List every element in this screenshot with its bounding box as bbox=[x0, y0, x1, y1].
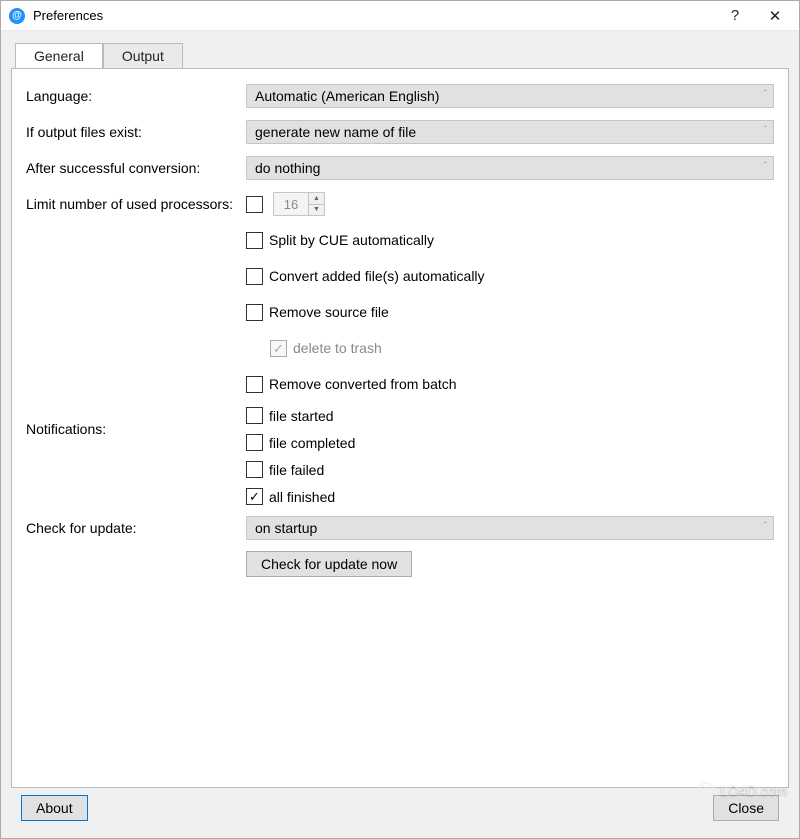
all-finished-checkbox[interactable] bbox=[246, 488, 263, 505]
language-dropdown[interactable]: Automatic (American English) bbox=[246, 84, 774, 108]
delete-trash-label: delete to trash bbox=[293, 340, 382, 356]
remove-converted-label: Remove converted from batch bbox=[269, 376, 457, 392]
split-cue-label: Split by CUE automatically bbox=[269, 232, 434, 248]
help-button[interactable]: ? bbox=[715, 2, 755, 30]
convert-auto-label: Convert added file(s) automatically bbox=[269, 268, 485, 284]
titlebar: @ Preferences ? ✕ bbox=[1, 1, 799, 31]
check-update-value: on startup bbox=[255, 520, 317, 536]
delete-trash-checkbox bbox=[270, 340, 287, 357]
file-completed-checkbox[interactable] bbox=[246, 434, 263, 451]
after-conv-label: After successful conversion: bbox=[26, 160, 246, 176]
close-window-button[interactable]: ✕ bbox=[755, 2, 795, 30]
convert-auto-checkbox[interactable] bbox=[246, 268, 263, 285]
all-finished-label: all finished bbox=[269, 489, 335, 505]
proc-count-spinner: ▲ ▼ bbox=[273, 192, 325, 216]
content-area: General Output Language: Automatic (Amer… bbox=[1, 31, 799, 838]
after-conv-value: do nothing bbox=[255, 160, 320, 176]
remove-source-label: Remove source file bbox=[269, 304, 389, 320]
language-label: Language: bbox=[26, 88, 246, 104]
limit-proc-checkbox[interactable] bbox=[246, 196, 263, 213]
limit-proc-label: Limit number of used processors: bbox=[26, 196, 246, 212]
check-update-now-button[interactable]: Check for update now bbox=[246, 551, 412, 577]
remove-source-checkbox[interactable] bbox=[246, 304, 263, 321]
file-failed-checkbox[interactable] bbox=[246, 461, 263, 478]
check-update-label: Check for update: bbox=[26, 520, 246, 536]
about-button[interactable]: About bbox=[21, 795, 88, 821]
file-failed-label: file failed bbox=[269, 462, 324, 478]
if-exist-label: If output files exist: bbox=[26, 124, 246, 140]
file-started-checkbox[interactable] bbox=[246, 407, 263, 424]
tab-output[interactable]: Output bbox=[103, 43, 183, 69]
tabs-strip: General Output bbox=[11, 41, 789, 69]
close-button[interactable]: Close bbox=[713, 795, 779, 821]
proc-count-input[interactable] bbox=[274, 193, 308, 215]
split-cue-checkbox[interactable] bbox=[246, 232, 263, 249]
tab-panel-general: Language: Automatic (American English) I… bbox=[11, 68, 789, 788]
preferences-window: @ Preferences ? ✕ General Output Languag… bbox=[0, 0, 800, 839]
after-conv-dropdown[interactable]: do nothing bbox=[246, 156, 774, 180]
tab-general[interactable]: General bbox=[15, 43, 103, 69]
file-started-label: file started bbox=[269, 408, 334, 424]
proc-step-up[interactable]: ▲ bbox=[309, 193, 324, 204]
remove-converted-checkbox[interactable] bbox=[246, 376, 263, 393]
file-completed-label: file completed bbox=[269, 435, 355, 451]
notifications-label: Notifications: bbox=[26, 421, 246, 437]
if-exist-dropdown[interactable]: generate new name of file bbox=[246, 120, 774, 144]
app-icon: @ bbox=[9, 8, 25, 24]
if-exist-value: generate new name of file bbox=[255, 124, 416, 140]
button-bar: About Close bbox=[11, 788, 789, 828]
language-value: Automatic (American English) bbox=[255, 88, 439, 104]
check-update-dropdown[interactable]: on startup bbox=[246, 516, 774, 540]
window-title: Preferences bbox=[33, 8, 715, 23]
proc-step-down[interactable]: ▼ bbox=[309, 204, 324, 216]
